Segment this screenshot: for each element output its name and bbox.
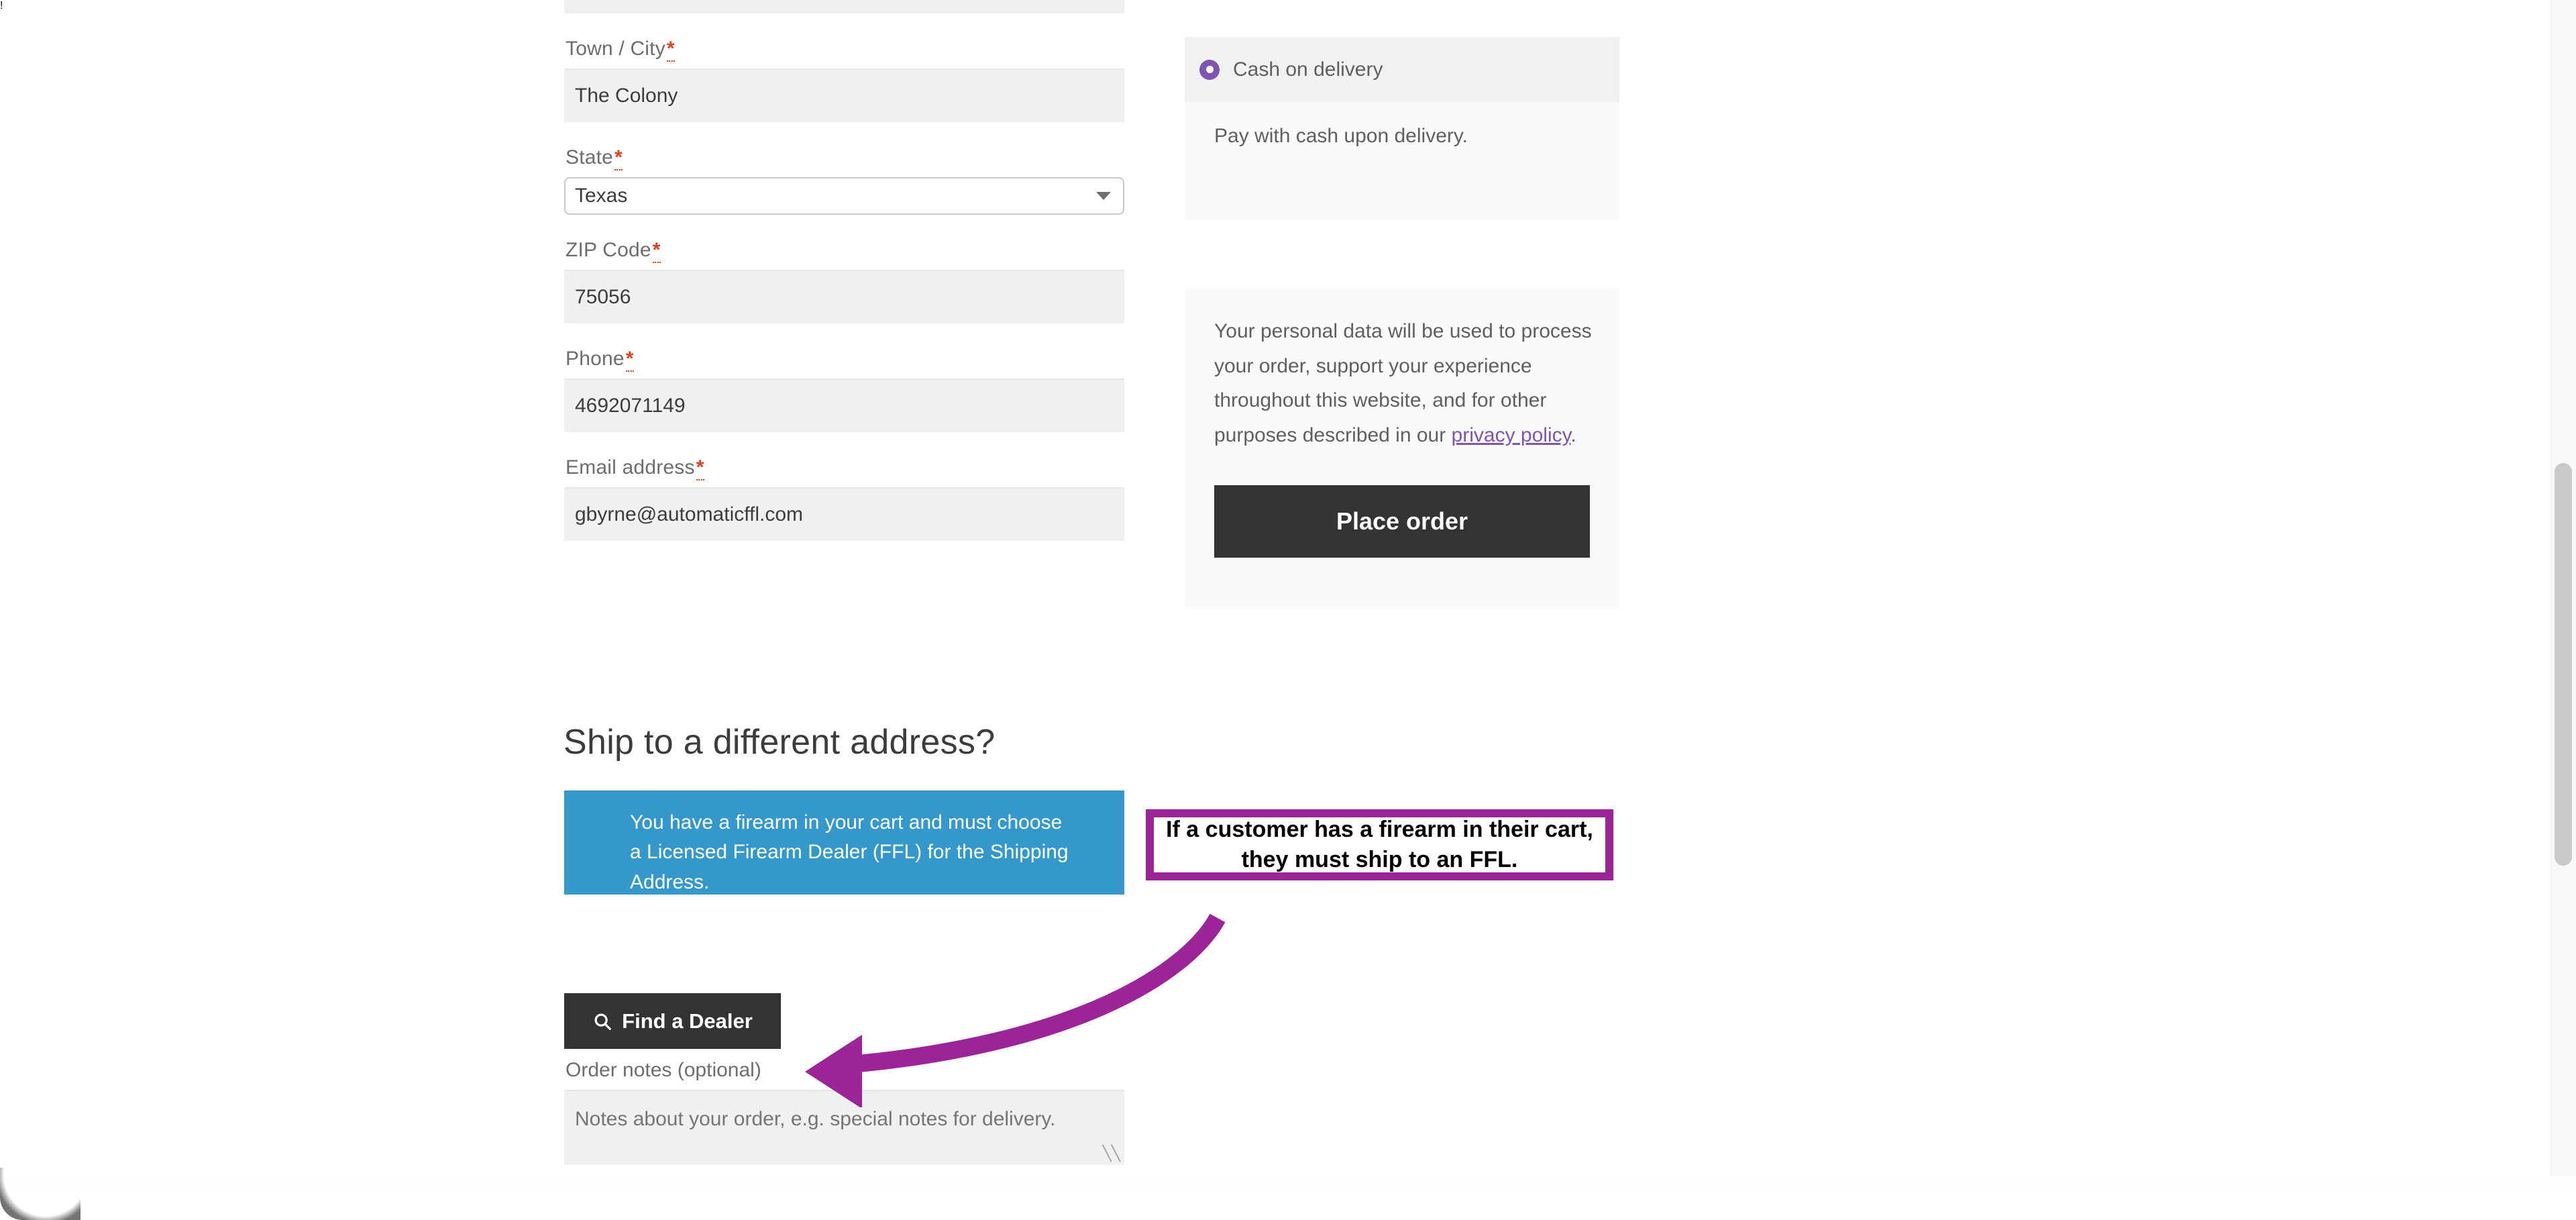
address-line-2-input[interactable]: Apartment, suite, unit, etc. (optional) xyxy=(564,0,1124,13)
form-field-phone: Phone* 4692071149 xyxy=(564,346,1124,432)
place-order-button[interactable]: Place order xyxy=(1214,485,1590,558)
form-field-town-city: Town / City* The Colony xyxy=(564,36,1124,122)
zip-input[interactable]: 75056 xyxy=(564,270,1124,323)
phone-label-text: Phone xyxy=(566,348,625,370)
required-marker: * xyxy=(652,239,661,263)
form-field-state: State* Texas xyxy=(564,144,1124,215)
required-marker: * xyxy=(696,456,704,480)
town-city-label: Town / City* xyxy=(566,36,1124,62)
town-city-input[interactable]: The Colony xyxy=(564,68,1124,122)
find-a-dealer-button[interactable]: Find a Dealer xyxy=(564,993,781,1049)
phone-label: Phone* xyxy=(566,346,1124,372)
zip-label: ZIP Code* xyxy=(566,237,1124,263)
required-marker: * xyxy=(625,348,634,372)
payment-method-label: Cash on delivery xyxy=(1233,58,1383,81)
checkout-page: Apartment, suite, unit, etc. (optional) … xyxy=(0,0,2576,1220)
privacy-text-after: . xyxy=(1570,423,1576,446)
annotation-callout-text: If a customer has a firearm in their car… xyxy=(1166,817,1593,872)
email-input[interactable]: gbyrne@automaticffl.com xyxy=(564,487,1124,541)
order-notes-textarea[interactable] xyxy=(564,1090,1124,1165)
ffl-required-notice: You have a firearm in your cart and must… xyxy=(564,791,1124,895)
email-label-text: Email address xyxy=(566,456,695,478)
state-select[interactable]: Texas xyxy=(564,177,1124,215)
state-label-text: State xyxy=(566,146,614,168)
exclamation-circle-icon: ! xyxy=(0,0,3,11)
payment-method-cash-on-delivery[interactable]: Cash on delivery xyxy=(1185,37,1619,102)
form-field-address-2: Apartment, suite, unit, etc. (optional) xyxy=(564,0,1124,13)
ffl-notice-text: You have a firearm in your cart and must… xyxy=(630,811,1069,893)
payment-methods-panel: Cash on delivery Pay with cash upon deli… xyxy=(1185,37,1619,220)
chevron-down-icon xyxy=(1096,192,1111,200)
payment-method-description: Pay with cash upon delivery. xyxy=(1214,125,1468,147)
vertical-scrollbar-track[interactable] xyxy=(2551,0,2576,1220)
vertical-scrollbar-thumb[interactable] xyxy=(2555,463,2572,866)
state-selected-value: Texas xyxy=(575,185,628,207)
annotation-arrow xyxy=(805,913,1226,1107)
state-label: State* xyxy=(566,144,1124,170)
privacy-policy-link[interactable]: privacy policy xyxy=(1452,424,1571,446)
town-city-label-text: Town / City xyxy=(566,38,665,60)
required-marker: * xyxy=(614,146,623,170)
privacy-policy-text: Your personal data will be used to proce… xyxy=(1214,314,1600,452)
required-marker: * xyxy=(666,38,675,62)
annotation-callout-box: If a customer has a firearm in their car… xyxy=(1146,809,1613,880)
form-field-email: Email address* gbyrne@automaticffl.com xyxy=(564,454,1124,541)
billing-form: Apartment, suite, unit, etc. (optional) … xyxy=(564,0,1124,563)
phone-input[interactable]: 4692071149 xyxy=(564,378,1124,432)
radio-selected-icon[interactable] xyxy=(1199,59,1220,80)
search-icon xyxy=(592,1011,612,1031)
radio-inner-dot xyxy=(1205,66,1214,73)
shipping-section-heading: Ship to a different address? xyxy=(564,723,996,762)
order-notes-label: Order notes (optional) xyxy=(566,1059,761,1081)
find-a-dealer-label: Find a Dealer xyxy=(622,1009,753,1033)
email-label: Email address* xyxy=(566,454,1124,480)
zip-label-text: ZIP Code xyxy=(566,239,651,261)
viewport-bottom-edge xyxy=(0,1176,2576,1220)
form-field-zip: ZIP Code* 75056 xyxy=(564,237,1124,323)
